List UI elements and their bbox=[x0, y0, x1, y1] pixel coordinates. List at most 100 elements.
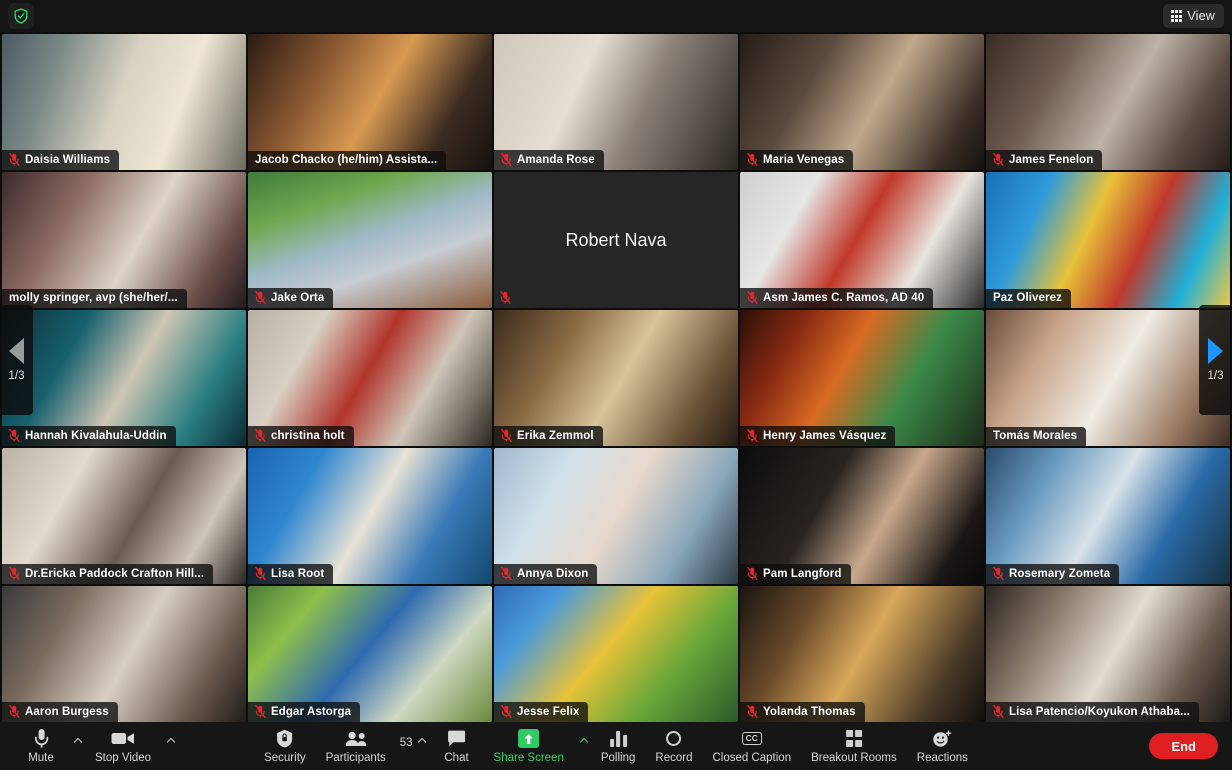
participant-name-label: Annya Dixon bbox=[517, 567, 589, 580]
participant-name-label: Tomás Morales bbox=[993, 430, 1078, 442]
camera-icon bbox=[111, 728, 135, 749]
share-screen-button[interactable]: Share Screen bbox=[484, 722, 574, 770]
record-circle-icon bbox=[666, 728, 682, 749]
participant-tile[interactable]: Pam Langford bbox=[740, 448, 984, 584]
chat-button[interactable]: Chat bbox=[430, 722, 484, 770]
participant-name-bar: Pam Langford bbox=[740, 564, 851, 584]
participant-name-label: Hannah Kivalahula-Uddin bbox=[25, 429, 167, 442]
microphone-icon bbox=[34, 728, 49, 749]
participant-tile[interactable]: Aaron Burgess bbox=[2, 586, 246, 722]
participant-name-label: Maria Venegas bbox=[763, 153, 845, 166]
grid-view-icon bbox=[1170, 10, 1183, 22]
participant-tile[interactable]: Lisa Patencio/Koyukon Athaba... bbox=[986, 586, 1230, 722]
bar-chart-icon bbox=[609, 728, 627, 749]
encryption-shield-icon[interactable] bbox=[8, 3, 34, 29]
participant-name-label: Jesse Felix bbox=[517, 705, 580, 718]
participant-tile[interactable]: Henry James Vásquez bbox=[740, 310, 984, 446]
video-options-caret-icon[interactable] bbox=[164, 733, 178, 751]
participant-name-bar: Jesse Felix bbox=[494, 702, 589, 722]
muted-microphone-icon bbox=[747, 429, 758, 442]
participants-caret-icon[interactable] bbox=[416, 733, 430, 751]
participant-name-bar: James Fenelon bbox=[986, 150, 1103, 170]
participant-tile[interactable]: Yolanda Thomas bbox=[740, 586, 984, 722]
next-page-button[interactable]: 1/3 bbox=[1199, 305, 1232, 415]
participant-tile[interactable]: Maria Venegas bbox=[740, 34, 984, 170]
breakout-rooms-button[interactable]: Breakout Rooms bbox=[801, 722, 907, 770]
participant-tile[interactable]: Tomás Morales bbox=[986, 310, 1230, 446]
muted-microphone-icon bbox=[747, 153, 758, 166]
view-button[interactable]: View bbox=[1162, 4, 1224, 28]
participant-name-label: Edgar Astorga bbox=[271, 705, 352, 718]
participant-tile[interactable]: Erika Zemmol bbox=[494, 310, 738, 446]
chat-label: Chat bbox=[444, 752, 469, 764]
reactions-button[interactable]: Reactions bbox=[907, 722, 978, 770]
toolbar-center-group: Security Participants 53 Chat Share Scre… bbox=[254, 722, 978, 770]
page-indicator-left: 1/3 bbox=[8, 370, 25, 382]
shield-icon bbox=[14, 8, 28, 24]
participant-name-label: Asm James C. Ramos, AD 40 bbox=[763, 291, 925, 304]
participant-video bbox=[2, 172, 246, 308]
participant-tile[interactable]: Jesse Felix bbox=[494, 586, 738, 722]
share-screen-label: Share Screen bbox=[493, 752, 564, 764]
polling-button[interactable]: Polling bbox=[591, 722, 646, 770]
participant-tile[interactable]: christina holt bbox=[248, 310, 492, 446]
participant-name-label: Henry James Vásquez bbox=[763, 429, 887, 442]
closed-caption-button[interactable]: CC Closed Caption bbox=[702, 722, 801, 770]
muted-microphone-icon bbox=[255, 567, 266, 580]
muted-microphone-icon bbox=[9, 705, 20, 718]
participant-name-label: Lisa Patencio/Koyukon Athaba... bbox=[1009, 705, 1190, 718]
participant-tile[interactable]: Annya Dixon bbox=[494, 448, 738, 584]
record-button[interactable]: Record bbox=[645, 722, 702, 770]
participant-tile[interactable]: Asm James C. Ramos, AD 40 bbox=[740, 172, 984, 308]
participant-name-label: Jacob Chacko (he/him) Assista... bbox=[255, 154, 438, 166]
muted-microphone-icon bbox=[500, 291, 511, 304]
participant-tile[interactable]: Jake Orta bbox=[248, 172, 492, 308]
closed-caption-label: Closed Caption bbox=[712, 752, 792, 764]
participant-name-bar: Amanda Rose bbox=[494, 150, 604, 170]
participant-name-label: Erika Zemmol bbox=[517, 429, 594, 442]
arrow-right-icon bbox=[1208, 338, 1223, 364]
participant-name-label: James Fenelon bbox=[1009, 153, 1094, 166]
participant-tile[interactable]: Edgar Astorga bbox=[248, 586, 492, 722]
participant-name-label: Aaron Burgess bbox=[25, 705, 109, 718]
participant-tile[interactable]: Jacob Chacko (he/him) Assista... bbox=[248, 34, 492, 170]
muted-microphone-icon bbox=[993, 567, 1004, 580]
toolbar-left-group: Mute Stop Video bbox=[14, 722, 178, 770]
reactions-label: Reactions bbox=[916, 752, 968, 764]
previous-page-button[interactable]: 1/3 bbox=[0, 305, 33, 415]
mute-button[interactable]: Mute bbox=[14, 722, 68, 770]
muted-microphone-icon bbox=[501, 153, 512, 166]
participant-tile[interactable]: Amanda Rose bbox=[494, 34, 738, 170]
grid-squares-icon bbox=[845, 728, 863, 749]
participant-name-bar: Daisia Williams bbox=[2, 150, 120, 170]
stop-video-label: Stop Video bbox=[95, 752, 152, 764]
participant-tile[interactable]: Dr.Ericka Paddock Crafton Hill... bbox=[2, 448, 246, 584]
participant-name-bar bbox=[494, 287, 517, 308]
participant-tile[interactable]: Lisa Root bbox=[248, 448, 492, 584]
participant-tile[interactable]: Paz Oliverez bbox=[986, 172, 1230, 308]
participants-count: 53 bbox=[399, 737, 413, 749]
muted-microphone-icon bbox=[255, 429, 266, 442]
participants-control: Participants 53 bbox=[316, 722, 430, 770]
security-label: Security bbox=[264, 752, 306, 764]
participant-tile[interactable]: James Fenelon bbox=[986, 34, 1230, 170]
audio-options-caret-icon[interactable] bbox=[71, 733, 85, 751]
stop-video-button[interactable]: Stop Video bbox=[85, 722, 161, 770]
participants-button[interactable]: Participants bbox=[316, 722, 396, 770]
participant-tile[interactable]: molly springer, avp (she/her/... bbox=[2, 172, 246, 308]
polling-label: Polling bbox=[600, 752, 636, 764]
participant-name-bar: Jake Orta bbox=[248, 288, 334, 308]
participant-tile[interactable]: Robert Nava bbox=[494, 172, 738, 308]
participant-tile[interactable]: Rosemary Zometa bbox=[986, 448, 1230, 584]
participant-name-label: Yolanda Thomas bbox=[763, 705, 856, 718]
muted-microphone-icon bbox=[501, 429, 512, 442]
participant-name-label: Paz Oliverez bbox=[993, 292, 1062, 304]
smiley-plus-icon bbox=[932, 728, 952, 749]
participant-tile[interactable]: Hannah Kivalahula-Uddin bbox=[2, 310, 246, 446]
share-options-caret-icon[interactable] bbox=[577, 733, 591, 751]
security-button[interactable]: Security bbox=[254, 722, 316, 770]
participant-tile[interactable]: Daisia Williams bbox=[2, 34, 246, 170]
mute-control: Mute bbox=[14, 722, 85, 770]
share-screen-control: Share Screen bbox=[484, 722, 591, 770]
end-meeting-button[interactable]: End bbox=[1149, 733, 1218, 759]
